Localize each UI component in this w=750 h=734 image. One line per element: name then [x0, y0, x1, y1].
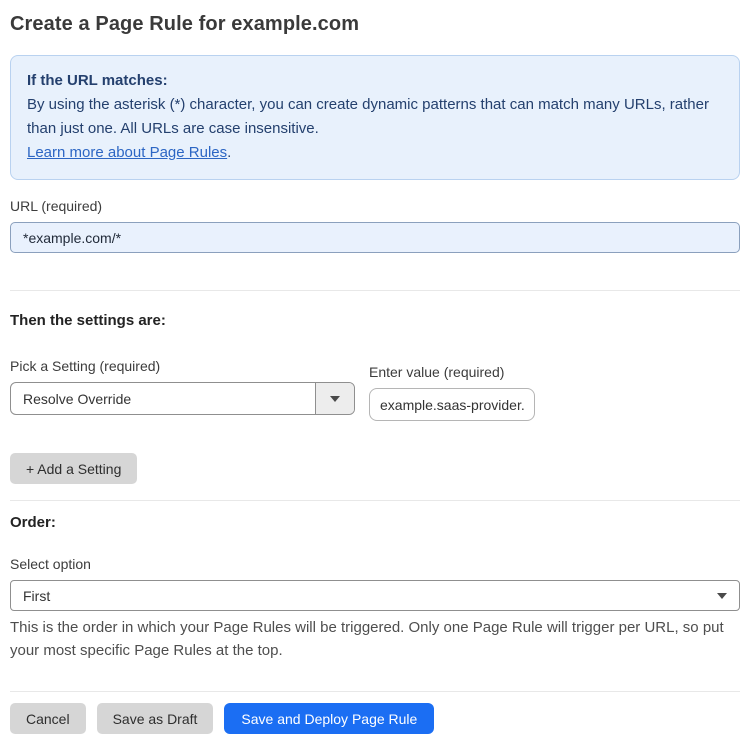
settings-section-heading: Then the settings are:: [10, 312, 166, 329]
setting-select-label: Pick a Setting (required): [10, 358, 161, 374]
chevron-down-icon: [330, 395, 340, 402]
url-field-label: URL (required): [10, 198, 103, 214]
link-suffix: .: [227, 144, 232, 161]
page-rule-form: Create a Page Rule for example.com If th…: [0, 0, 750, 734]
url-input[interactable]: [10, 222, 740, 253]
cancel-button[interactable]: Cancel: [10, 703, 86, 734]
save-as-draft-button[interactable]: Save as Draft: [96, 703, 214, 734]
value-field-label: Enter value (required): [369, 364, 505, 380]
order-select-value: First: [23, 587, 51, 604]
setting-value-input[interactable]: [369, 388, 535, 421]
page-title: Create a Page Rule for example.com: [10, 13, 360, 35]
setting-select[interactable]: Resolve Override: [10, 382, 355, 415]
section-divider: [10, 500, 740, 501]
footer-divider: [10, 691, 740, 692]
add-setting-button[interactable]: + Add a Setting: [10, 453, 138, 484]
section-divider: [10, 290, 740, 291]
order-section-heading: Order:: [10, 514, 56, 531]
order-help-text: This is the order in which your Page Rul…: [10, 619, 724, 659]
setting-value-column: Enter value (required): [369, 364, 535, 421]
info-box-body: By using the asterisk (*) character, you…: [27, 96, 709, 137]
info-box-heading: If the URL matches:: [27, 72, 168, 89]
setting-select-value: Resolve Override: [23, 390, 132, 407]
order-select[interactable]: First: [10, 580, 740, 611]
order-select-label: Select option: [10, 556, 91, 572]
url-match-info-box: If the URL matches: By using the asteris…: [10, 55, 740, 180]
settings-row: Pick a Setting (required) Resolve Overri…: [10, 358, 740, 421]
save-and-deploy-button[interactable]: Save and Deploy Page Rule: [224, 703, 435, 734]
learn-more-link[interactable]: Learn more about Page Rules: [27, 144, 227, 161]
setting-picker-column: Pick a Setting (required) Resolve Overri…: [10, 358, 355, 415]
setting-select-arrow-button[interactable]: [315, 383, 354, 414]
footer-actions: Cancel Save as Draft Save and Deploy Pag…: [10, 703, 740, 734]
info-box-link-line: Learn more about Page Rules.: [27, 141, 723, 165]
chevron-down-icon: [717, 592, 727, 599]
